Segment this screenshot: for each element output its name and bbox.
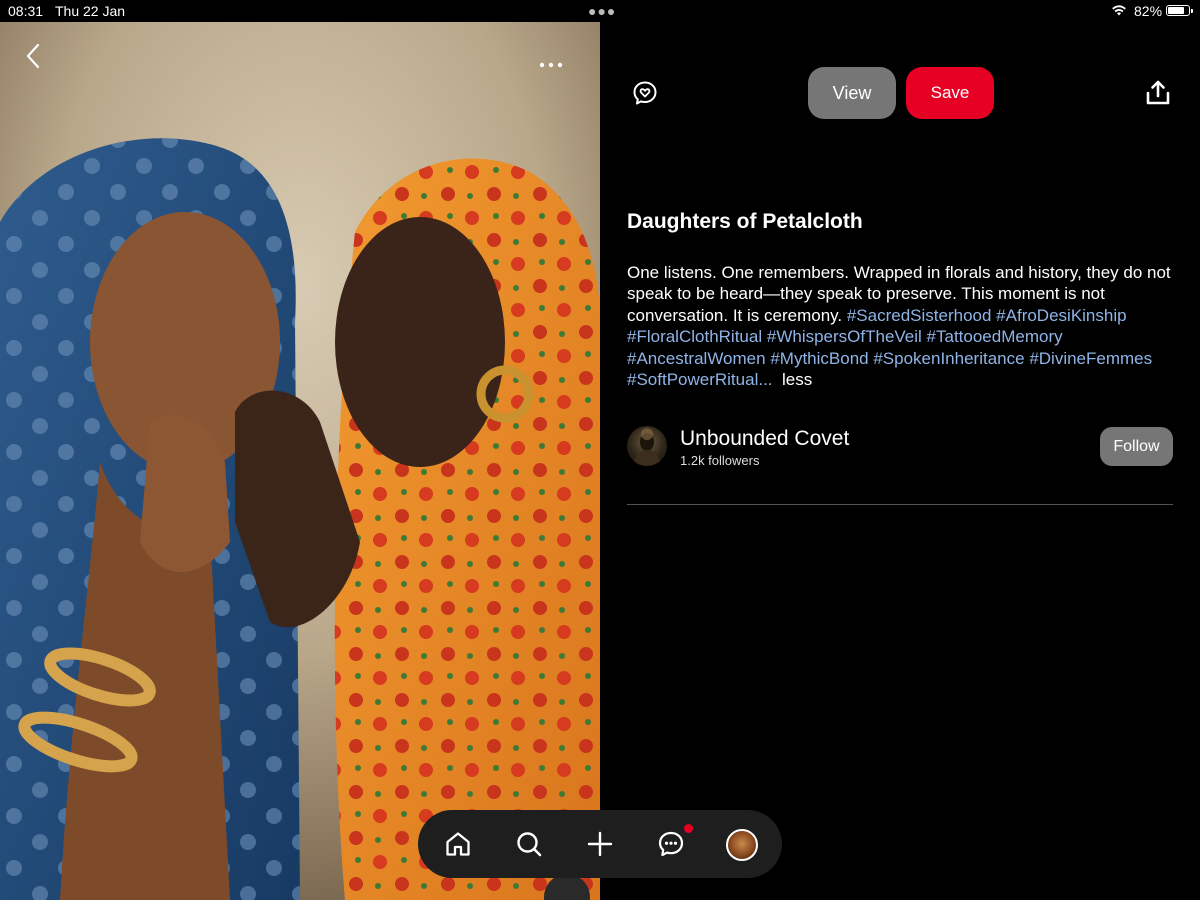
save-button[interactable]: Save	[906, 67, 994, 119]
pin-detail-screen: 08:31 Thu 22 Jan ●●● 82% View Save Daugh…	[0, 0, 1200, 900]
battery-icon	[1166, 5, 1193, 16]
status-bar: 08:31 Thu 22 Jan ●●● 82%	[0, 0, 1200, 22]
notification-dot	[684, 824, 693, 833]
more-horizontal-icon[interactable]	[538, 60, 564, 70]
divider	[627, 504, 1173, 505]
status-date: Thu 22 Jan	[55, 3, 126, 19]
pin-title: Daughters of Petalcloth	[627, 210, 863, 233]
ellipsis: ...	[758, 370, 773, 390]
less-link[interactable]: less	[782, 370, 812, 389]
hashtag[interactable]: #SpokenInheritance	[873, 349, 1024, 368]
hashtag[interactable]: #SacredSisterhood	[847, 306, 992, 325]
creator-followers: 1.2k followers	[680, 453, 760, 468]
battery-percent: 82%	[1134, 3, 1163, 19]
hashtag[interactable]: #SoftPowerRitual	[627, 370, 758, 389]
hashtag[interactable]: #FloralClothRitual	[627, 327, 762, 346]
battery-fill	[1168, 7, 1185, 14]
creator-avatar-image	[633, 428, 661, 466]
follow-button[interactable]: Follow	[1100, 427, 1173, 466]
messages-icon[interactable]	[657, 830, 685, 858]
profile-avatar[interactable]	[726, 829, 758, 861]
pin-photo-illustration	[0, 22, 600, 900]
creator-avatar[interactable]	[627, 426, 667, 466]
view-button[interactable]: View	[808, 67, 896, 119]
bottom-navigation	[418, 810, 782, 878]
reaction-heart-icon[interactable]	[632, 80, 658, 106]
hashtag[interactable]: #MythicBond	[770, 349, 868, 368]
back-chevron-icon[interactable]	[22, 42, 46, 70]
pin-action-bar: View Save	[600, 66, 1200, 122]
hashtag[interactable]: #TattooedMemory	[927, 327, 1063, 346]
wifi-icon	[1112, 5, 1126, 16]
multitasking-dots-icon[interactable]: ●●●	[588, 4, 616, 18]
creator-row: Unbounded Covet 1.2k followers Follow	[627, 426, 1173, 470]
plus-icon[interactable]	[586, 830, 614, 858]
search-icon[interactable]	[515, 830, 543, 858]
home-icon[interactable]	[444, 830, 472, 858]
hashtag[interactable]: #AfroDesiKinship	[996, 306, 1126, 325]
pin-description: One listens. One remembers. Wrapped in f…	[627, 262, 1179, 390]
status-time: 08:31	[8, 3, 44, 19]
hashtag[interactable]: #DivineFemmes	[1029, 349, 1152, 368]
pin-image[interactable]	[0, 22, 600, 900]
creator-name[interactable]: Unbounded Covet	[680, 427, 849, 451]
hashtag[interactable]: #WhispersOfTheVeil	[767, 327, 922, 346]
hashtag[interactable]: #AncestralWomen	[627, 349, 766, 368]
share-icon[interactable]	[1144, 79, 1172, 107]
